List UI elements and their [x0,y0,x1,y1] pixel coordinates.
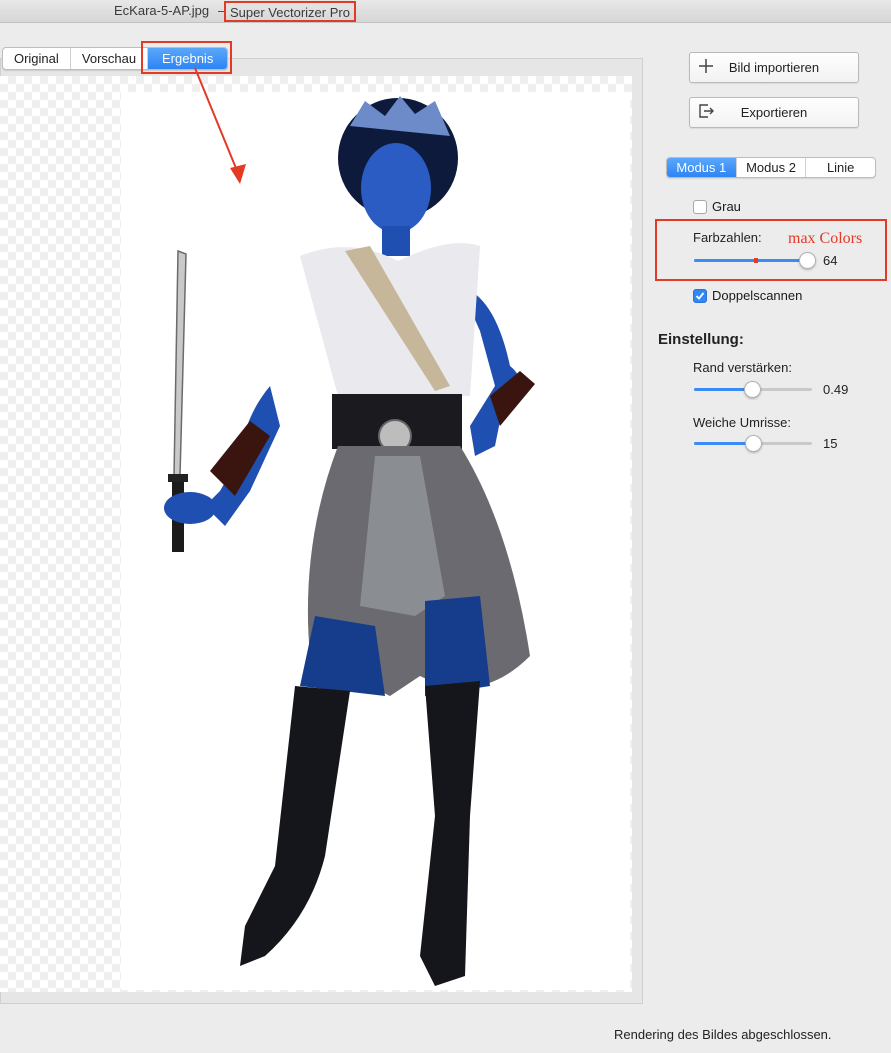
rand-slider[interactable] [694,380,812,400]
export-button[interactable]: Exportieren [689,97,859,128]
vectorized-image [164,96,535,986]
farbzahlen-value: 64 [823,253,838,268]
weiche-slider[interactable] [694,434,812,454]
app-title: Super Vectorizer Pro [224,1,356,22]
tab-vorschau[interactable]: Vorschau [69,48,148,69]
import-button-label: Bild importieren [728,60,820,75]
mode-linie-button[interactable]: Linie [805,158,875,177]
farbzahlen-highlight-box [655,219,887,281]
weiche-value: 15 [823,436,838,451]
grau-option[interactable]: Grau [693,199,741,214]
doppelscannen-label: Doppelscannen [712,288,803,303]
slider-knob[interactable] [799,252,816,269]
doppelscannen-option[interactable]: Doppelscannen [693,288,802,303]
annotation-arrow [194,67,246,184]
tab-original[interactable]: Original [3,48,70,69]
plus-icon [698,58,714,77]
farbzahlen-slider[interactable] [694,251,816,271]
slider-knob[interactable] [743,381,761,398]
export-button-label: Exportieren [740,105,808,120]
grau-label: Grau [712,199,741,214]
export-icon [698,103,714,122]
farbzahlen-label: Farbzahlen: [693,230,762,245]
import-button[interactable]: Bild importieren [689,52,859,83]
status-text: Rendering des Bildes abgeschlossen. [614,1027,832,1042]
mode-1-button[interactable]: Modus 1 [667,158,736,177]
doppelscannen-checkbox[interactable] [693,288,707,303]
checkmark-icon [695,291,705,300]
title-bar: EcKara-5-AP.jpg – Super Vectorizer Pro [0,0,891,23]
mode-selector: Modus 1 Modus 2 Linie [666,157,876,178]
grau-checkbox[interactable] [693,199,707,214]
slider-marker [754,258,758,263]
document-title: EcKara-5-AP.jpg [114,3,210,18]
rand-value: 0.49 [823,382,849,397]
rand-label: Rand verstärken: [693,360,792,375]
weiche-label: Weiche Umrisse: [693,415,792,430]
mode-2-button[interactable]: Modus 2 [735,158,806,177]
slider-fill [694,259,807,262]
slider-knob[interactable] [745,435,762,452]
settings-heading: Einstellung: [658,331,744,348]
max-colors-annotation: max Colors [788,230,863,247]
